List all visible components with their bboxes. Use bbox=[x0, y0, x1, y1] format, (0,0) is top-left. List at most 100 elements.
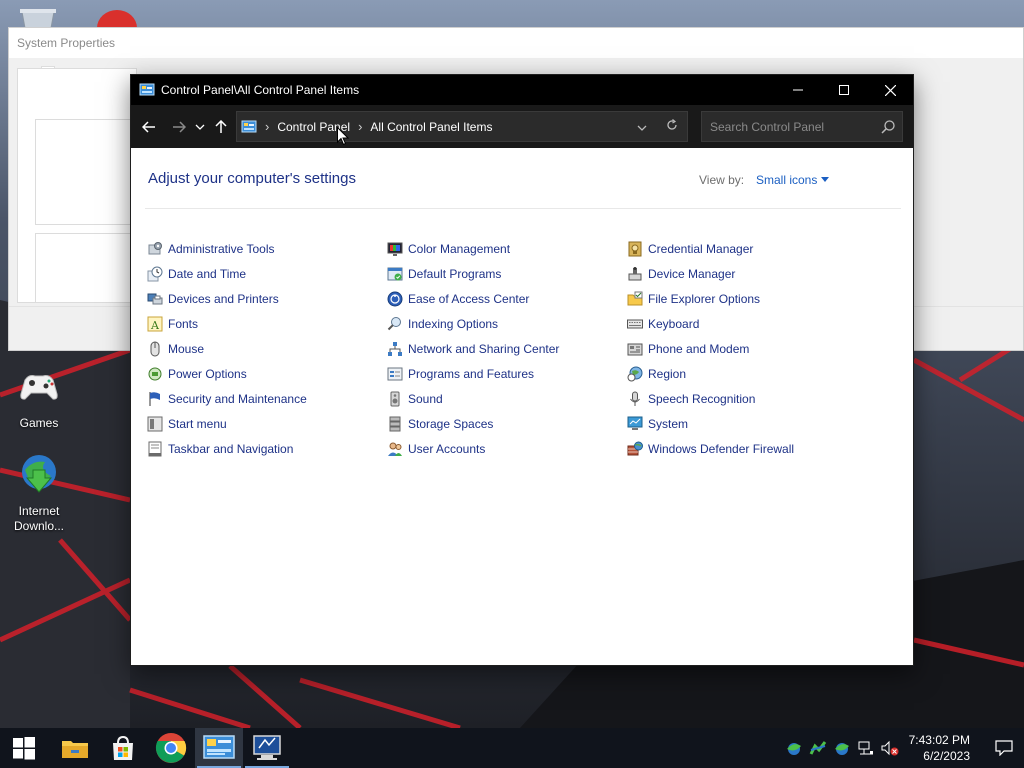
mouse-pointer-icon bbox=[337, 127, 349, 146]
chevron-down-icon bbox=[195, 124, 205, 130]
view-by-dropdown[interactable]: Small icons bbox=[756, 173, 830, 187]
item-indexing-options[interactable]: Indexing Options bbox=[387, 311, 627, 336]
system-tray: 7:43:02 PM 6/2/2023 bbox=[782, 728, 1024, 768]
item-administrative-tools[interactable]: Administrative Tools bbox=[147, 236, 387, 261]
item-ease-of-access-center[interactable]: Ease of Access Center bbox=[387, 286, 627, 311]
ease-of-access-icon bbox=[387, 291, 403, 306]
item-storage-spaces[interactable]: Storage Spaces bbox=[387, 411, 627, 436]
clock-date: 6/2/2023 bbox=[923, 749, 970, 763]
programs-and-features-icon bbox=[387, 367, 403, 380]
color-management-icon bbox=[387, 242, 403, 256]
flag-icon bbox=[149, 391, 160, 406]
taskbar-icon bbox=[148, 441, 162, 456]
close-button[interactable] bbox=[867, 75, 913, 105]
phone-and-modem-icon bbox=[627, 343, 643, 355]
red-app-icon[interactable] bbox=[96, 8, 138, 28]
item-start-menu[interactable]: Start menu bbox=[147, 411, 387, 436]
up-arrow-icon bbox=[215, 119, 227, 133]
start-button[interactable] bbox=[0, 728, 48, 768]
breadcrumb-separator[interactable]: › bbox=[265, 119, 269, 134]
item-mouse[interactable]: Mouse bbox=[147, 336, 387, 361]
items-column: Color Management Default Programs Ease o… bbox=[387, 236, 627, 461]
firewall-icon bbox=[627, 441, 643, 455]
item-programs-and-features[interactable]: Programs and Features bbox=[387, 361, 627, 386]
globe-clock-icon bbox=[627, 366, 643, 381]
up-button[interactable] bbox=[209, 113, 233, 141]
taskbar-file-explorer[interactable] bbox=[51, 728, 99, 768]
minimize-button[interactable] bbox=[775, 75, 821, 105]
item-date-and-time[interactable]: Date and Time bbox=[147, 261, 387, 286]
divider bbox=[145, 208, 901, 209]
breadcrumb-separator[interactable]: › bbox=[358, 119, 362, 134]
desktop-icon-internet-download-manager[interactable]: Internet Downlo... bbox=[6, 450, 72, 534]
network-icon bbox=[858, 741, 873, 755]
navigation-bar: › Control Panel › All Control Panel Item… bbox=[131, 105, 913, 148]
recent-locations-button[interactable] bbox=[191, 113, 209, 141]
item-fonts[interactable]: A Fonts bbox=[147, 311, 387, 336]
control-panel-window[interactable]: Control Panel\All Control Panel Items › … bbox=[130, 74, 914, 666]
printer-icon bbox=[147, 293, 163, 304]
taskbar-store[interactable] bbox=[99, 728, 147, 768]
item-speech-recognition[interactable]: Speech Recognition bbox=[627, 386, 867, 411]
item-color-management[interactable]: Color Management bbox=[387, 236, 627, 261]
content-area: Adjust your computer's settings View by:… bbox=[131, 148, 913, 665]
clock-time: 7:43:02 PM bbox=[908, 733, 970, 747]
search-input[interactable] bbox=[702, 119, 872, 134]
title-bar[interactable]: Control Panel\All Control Panel Items bbox=[131, 75, 913, 105]
search-icon[interactable] bbox=[880, 119, 896, 135]
item-keyboard[interactable]: Keyboard bbox=[627, 311, 867, 336]
page-title: Adjust your computer's settings bbox=[148, 170, 356, 187]
search-box[interactable] bbox=[701, 111, 903, 142]
tray-item[interactable] bbox=[878, 728, 902, 768]
item-taskbar-and-navigation[interactable]: Taskbar and Navigation bbox=[147, 436, 387, 461]
maximize-button[interactable] bbox=[821, 75, 867, 105]
credential-manager-icon bbox=[628, 241, 642, 256]
item-network-and-sharing-center[interactable]: Network and Sharing Center bbox=[387, 336, 627, 361]
item-default-programs[interactable]: Default Programs bbox=[387, 261, 627, 286]
idm-progress-tray-icon bbox=[809, 741, 827, 755]
control-panel-icon bbox=[241, 120, 257, 132]
address-dropdown-button[interactable] bbox=[627, 120, 657, 134]
item-file-explorer-options[interactable]: File Explorer Options bbox=[627, 286, 867, 311]
desktop-icon-label: Internet Downlo... bbox=[13, 504, 65, 533]
taskbar-clock[interactable]: 7:43:02 PM 6/2/2023 bbox=[902, 732, 970, 764]
taskbar-chrome[interactable] bbox=[147, 728, 195, 768]
desktop-icon-games[interactable]: Games bbox=[6, 362, 72, 431]
item-devices-and-printers[interactable]: Devices and Printers bbox=[147, 286, 387, 311]
item-device-manager[interactable]: Device Manager bbox=[627, 261, 867, 286]
system-properties-icon bbox=[253, 735, 281, 760]
item-windows-defender-firewall[interactable]: Windows Defender Firewall bbox=[627, 436, 867, 461]
start-menu-icon bbox=[147, 416, 163, 431]
forward-button[interactable] bbox=[167, 113, 191, 141]
item-region[interactable]: Region bbox=[627, 361, 867, 386]
tray-item[interactable] bbox=[854, 728, 878, 768]
tray-item[interactable] bbox=[806, 728, 830, 768]
view-by-value: Small icons bbox=[756, 173, 818, 187]
breadcrumb-all-items[interactable]: All Control Panel Items bbox=[370, 120, 492, 134]
svg-text:A: A bbox=[150, 319, 160, 332]
notification-center-button[interactable] bbox=[984, 728, 1024, 768]
address-bar[interactable]: › Control Panel › All Control Panel Item… bbox=[236, 111, 688, 142]
speaker-icon bbox=[390, 391, 400, 406]
item-user-accounts[interactable]: User Accounts bbox=[387, 436, 627, 461]
back-button[interactable] bbox=[137, 113, 161, 141]
item-sound[interactable]: Sound bbox=[387, 386, 627, 411]
refresh-button[interactable] bbox=[657, 119, 687, 134]
item-phone-and-modem[interactable]: Phone and Modem bbox=[627, 336, 867, 361]
administrative-tools-icon bbox=[148, 241, 162, 254]
item-credential-manager[interactable]: Credential Manager bbox=[627, 236, 867, 261]
group-box bbox=[35, 119, 135, 225]
folder-options-icon bbox=[627, 291, 643, 305]
desktop-icon-label: Games bbox=[19, 416, 59, 430]
control-panel-icon bbox=[203, 735, 235, 759]
indexing-options-icon bbox=[387, 316, 401, 330]
item-power-options[interactable]: Power Options bbox=[147, 361, 387, 386]
chevron-down-icon bbox=[637, 125, 647, 131]
tray-item[interactable] bbox=[830, 728, 854, 768]
item-system[interactable]: System bbox=[627, 411, 867, 436]
item-security-and-maintenance[interactable]: Security and Maintenance bbox=[147, 386, 387, 411]
taskbar-control-panel[interactable] bbox=[195, 728, 243, 768]
recycle-bin-icon[interactable] bbox=[18, 4, 58, 28]
taskbar-system-properties[interactable] bbox=[243, 728, 291, 768]
tray-item[interactable] bbox=[782, 728, 806, 768]
